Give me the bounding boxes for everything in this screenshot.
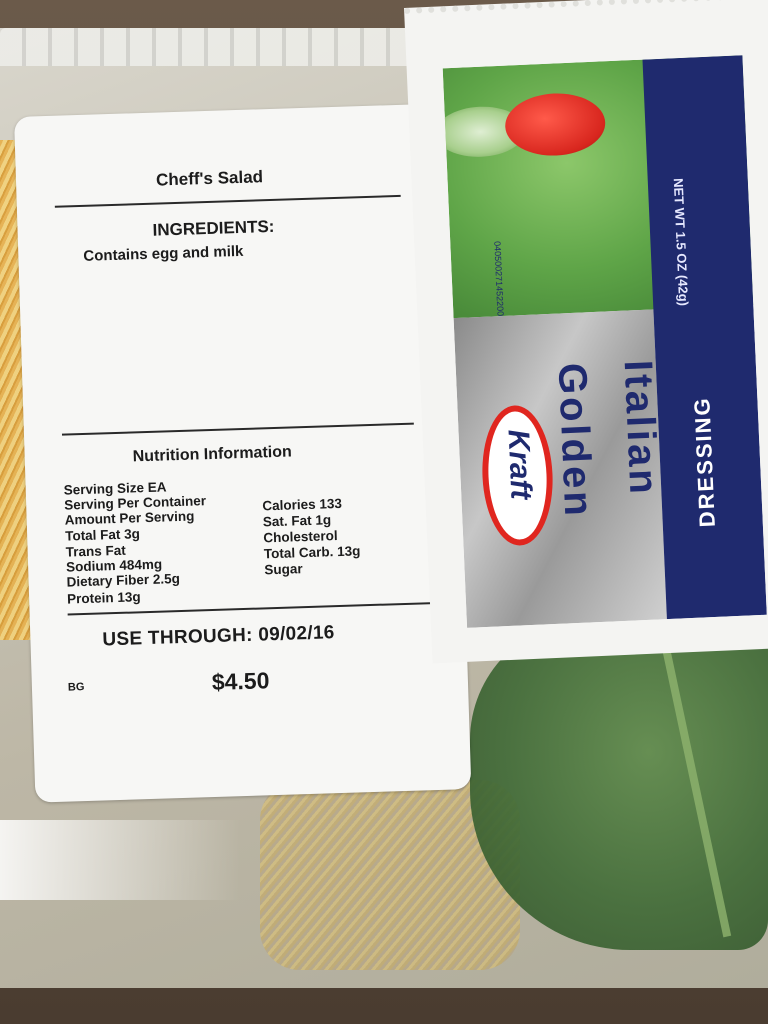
nutrition-protein: Protein 13g bbox=[66, 589, 141, 607]
flavor-word-golden: Golden bbox=[549, 362, 601, 520]
use-through-date: USE THROUGH: 09/02/16 bbox=[102, 622, 335, 651]
nutrition-heading: Nutrition Information bbox=[132, 443, 293, 466]
nutrition-sat-fat: Sat. Fat 1g bbox=[262, 512, 332, 530]
nutrition-amount-per-serving: Amount Per Serving bbox=[64, 508, 195, 528]
brand-name: Kraft bbox=[501, 428, 538, 501]
ingredients-heading: INGREDIENTS: bbox=[152, 216, 275, 240]
nutrition-dietary-fiber: Dietary Fiber 2.5g bbox=[66, 571, 181, 590]
nutrition-calories: Calories 133 bbox=[262, 495, 343, 514]
divider bbox=[61, 422, 414, 436]
nutrition-cholesterol: Cholesterol bbox=[263, 528, 338, 546]
packet-artwork: NET WT 1.5 OZ (42g) DRESSING 04050027145… bbox=[442, 55, 767, 628]
price: $4.50 bbox=[211, 667, 270, 696]
nutrition-total-fat: Total Fat 3g bbox=[64, 526, 141, 544]
nutrition-total-carb: Total Carb. 13g bbox=[263, 543, 361, 562]
product-title: Cheff's Salad bbox=[155, 167, 264, 190]
ingredients-text: Contains egg and milk bbox=[83, 242, 244, 265]
nutrition-sugar: Sugar bbox=[264, 561, 303, 578]
dressing-packet: NET WT 1.5 OZ (42g) DRESSING 04050027145… bbox=[404, 0, 768, 664]
flavor-word-italian: Italian bbox=[615, 359, 666, 498]
divider bbox=[54, 194, 401, 208]
store-code: BG bbox=[67, 681, 85, 694]
price-label: Cheff's Salad INGREDIENTS: Contains egg … bbox=[14, 103, 472, 803]
plastic-glare bbox=[0, 820, 240, 900]
